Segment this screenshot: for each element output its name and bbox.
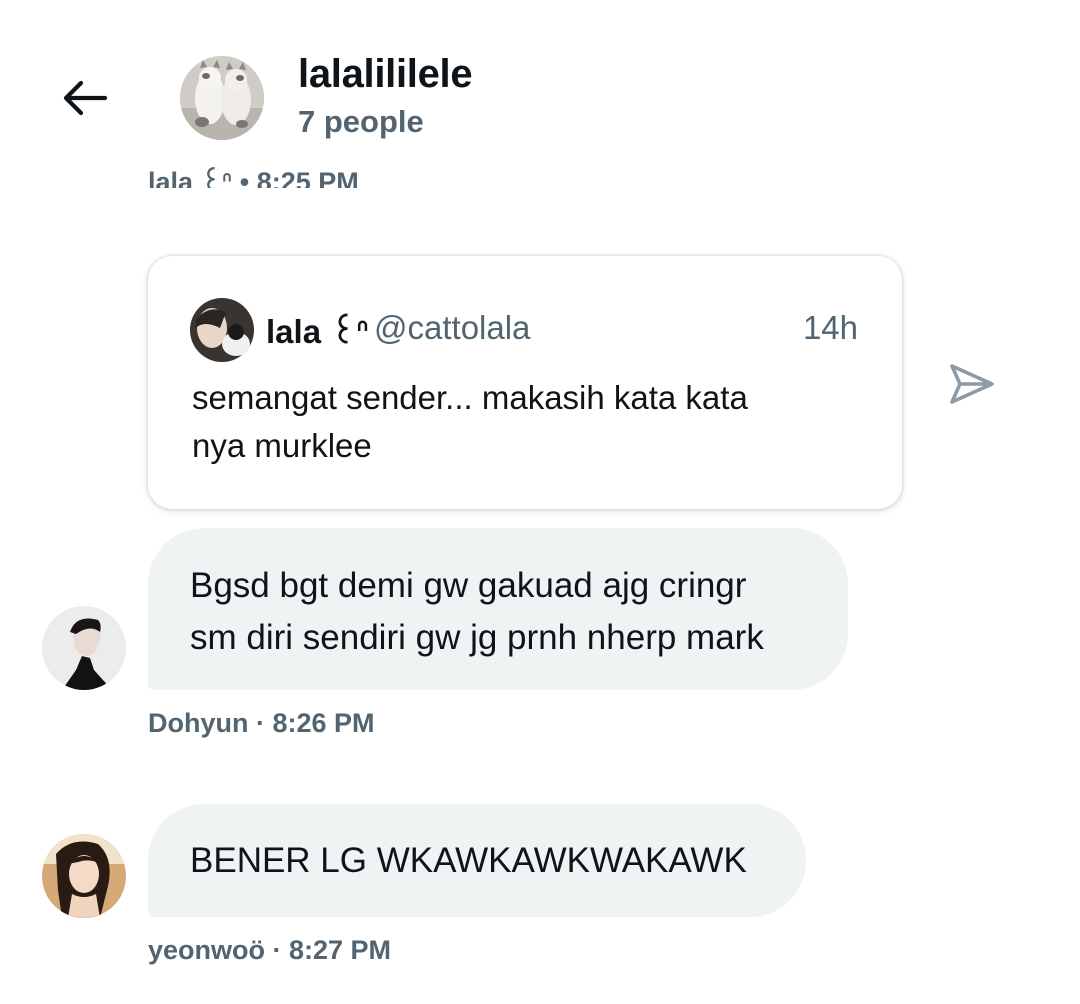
back-button[interactable]	[52, 66, 116, 130]
message-bubble[interactable]: BENER LG WKAWKAWKWAKAWK	[148, 804, 806, 917]
quote-author-name[interactable]: lala ꒰ᐢ	[266, 309, 369, 352]
message-meta: Dohyun · 8:26 PM	[148, 708, 375, 738]
quote-author-avatar[interactable]	[190, 298, 254, 362]
message-text-line: Bgsd bgt demi gw gakuad ajg cringr	[190, 566, 747, 605]
dohyun-avatar[interactable]	[42, 606, 126, 690]
message-bubble[interactable]: Bgsd bgt demi gw gakuad ajg cringr sm di…	[148, 528, 848, 690]
arrow-left-icon	[63, 80, 108, 116]
dm-conversation: lalalililele 7 people lala ꒰ᐢ • 8:25 PM …	[0, 0, 1080, 1004]
quote-text-line: semangat sender... makasih kata kata	[192, 379, 748, 416]
paper-plane-icon	[950, 364, 994, 404]
cats-photo	[180, 56, 264, 140]
yeonwoo-avatar[interactable]	[42, 834, 126, 918]
previous-meta-text: lala ꒰ᐢ • 8:25 PM	[148, 167, 359, 188]
quote-timestamp: 14h	[802, 309, 858, 346]
quote-text-line: nya murklee	[192, 427, 372, 464]
previous-message-meta: lala ꒰ᐢ • 8:25 PM	[148, 164, 548, 188]
dohyun-photo	[42, 606, 126, 690]
group-avatar[interactable]	[180, 56, 264, 140]
message-meta: yeonwoö · 8:27 PM	[148, 935, 392, 965]
quote-text: semangat sender... makasih kata kata nya…	[192, 374, 872, 470]
member-count[interactable]: 7 people	[298, 104, 424, 140]
yeonwoo-photo	[42, 834, 126, 918]
quote-author-handle[interactable]: @cattolala	[374, 309, 530, 347]
message-text-line: BENER LG WKAWKAWKWAKAWK	[190, 841, 747, 880]
message-text-line: sm diri sendiri gw jg prnh nherp mark	[190, 618, 764, 657]
quoted-tweet-card[interactable]: lala ꒰ᐢ @cattolala 14h semangat sender..…	[148, 256, 902, 509]
conversation-title[interactable]: lalalililele	[298, 52, 473, 97]
send-icon[interactable]	[946, 358, 998, 410]
author-photo	[190, 298, 254, 362]
